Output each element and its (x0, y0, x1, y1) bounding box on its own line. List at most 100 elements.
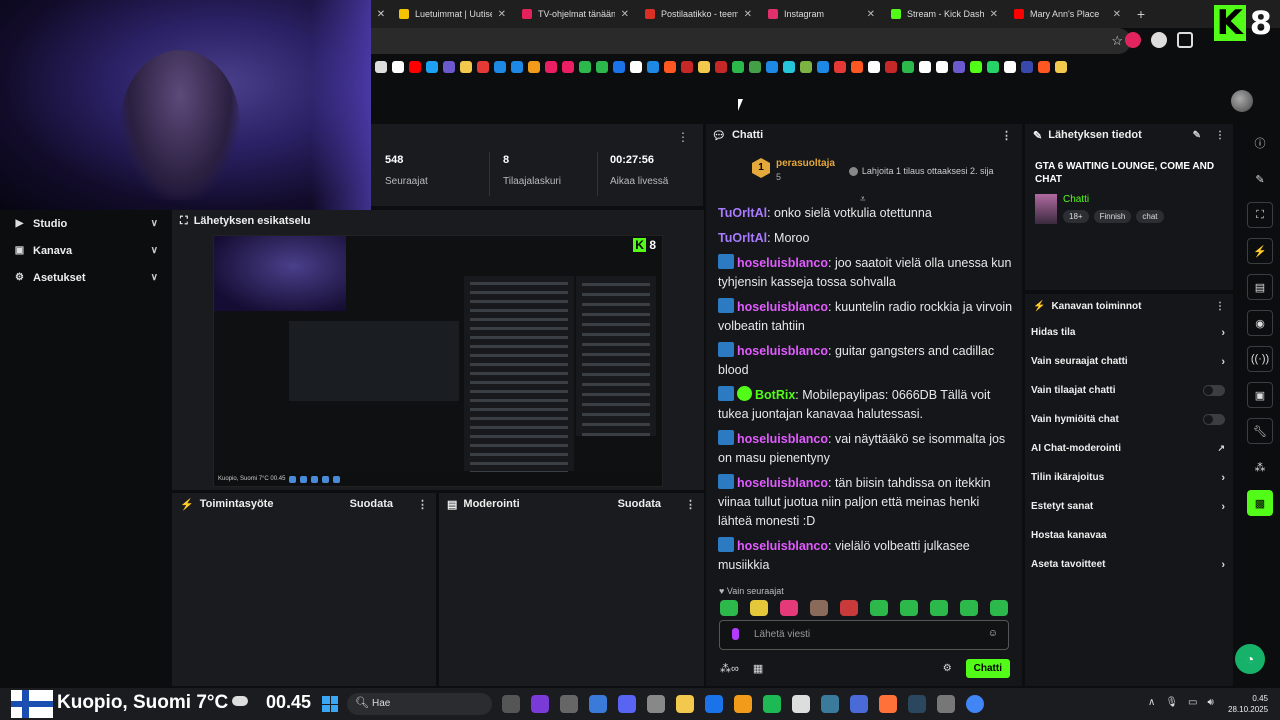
chat-username[interactable]: hoseluisblanco (737, 344, 828, 358)
bookmark-icon[interactable] (868, 61, 880, 73)
app-icon[interactable] (792, 695, 810, 713)
channel-action-item[interactable]: Hidas tila › (1025, 318, 1233, 347)
emote-icon[interactable] (810, 600, 828, 616)
bookmark-icon[interactable] (1004, 61, 1016, 73)
app-icon[interactable] (589, 695, 607, 713)
browser-tab[interactable]: Instagram ✕ (760, 0, 883, 28)
bookmark-icon[interactable] (834, 61, 846, 73)
app-icon[interactable] (850, 695, 868, 713)
chat-username[interactable]: BotRix (755, 388, 795, 402)
chrome-icon[interactable] (966, 695, 984, 713)
windows-start-icon[interactable] (322, 696, 338, 712)
bookmark-icon[interactable] (885, 61, 897, 73)
bookmark-icon[interactable] (494, 61, 506, 73)
puzzle-icon[interactable] (1177, 32, 1193, 48)
chat-message[interactable]: TuOrltAl: Moroo (718, 229, 1014, 248)
bookmark-icon[interactable] (1055, 61, 1067, 73)
emote-icon[interactable] (750, 600, 768, 616)
channel-action-item[interactable]: Tilin ikärajoitus › (1025, 463, 1233, 492)
chat-message[interactable]: BotRix: Mobilepaylipas: 0666DB Tällä voi… (718, 386, 1014, 424)
microphone-icon[interactable]: 🎙︎ (1165, 697, 1178, 708)
avatar[interactable] (1231, 90, 1253, 112)
points-icon[interactable]: ⁂∞ (720, 662, 739, 675)
chat-message[interactable]: hoseluisblanco: kuuntelin radio rockkia … (718, 298, 1014, 336)
app-icon[interactable] (937, 695, 955, 713)
channel-action-item[interactable]: Vain hymiöitä chat (1025, 405, 1233, 434)
firefox-icon[interactable] (879, 695, 897, 713)
app-icon[interactable] (821, 695, 839, 713)
bookmark-icon[interactable] (953, 61, 965, 73)
spotify-icon[interactable] (763, 695, 781, 713)
chat-bubble-icon[interactable]: ◉ (1247, 310, 1273, 336)
filter-button[interactable]: Suodata (618, 498, 661, 510)
browser-tab[interactable]: Postilaatikko - teemu ✕ (637, 0, 760, 28)
emote-icon[interactable] (870, 600, 888, 616)
close-icon[interactable]: ✕ (1113, 9, 1121, 20)
emote-icon[interactable] (900, 600, 918, 616)
bookmark-icon[interactable] (800, 61, 812, 73)
app-icon[interactable] (502, 695, 520, 713)
close-icon[interactable]: ✕ (990, 9, 998, 20)
bookmark-icon[interactable] (902, 61, 914, 73)
sidebar-item-studio[interactable]: ▶ Studio ∨ (0, 210, 170, 237)
chat-username[interactable]: hoseluisblanco (737, 432, 828, 446)
bookmark-icon[interactable] (596, 61, 608, 73)
more-icon[interactable]: ⋮ (417, 498, 428, 511)
sidebar-item-asetukset[interactable]: ⚙ Asetukset ∨ (0, 264, 170, 291)
emoji-icon[interactable]: ☺ (988, 628, 998, 639)
bookmark-icon[interactable] (426, 61, 438, 73)
channel-action-item[interactable]: Aseta tavoitteet › (1025, 550, 1233, 579)
chat-message[interactable]: hoseluisblanco: vielälö volbeatti julkas… (718, 537, 1014, 575)
bookmark-icon[interactable] (409, 61, 421, 73)
network-icon[interactable]: ▭ (1188, 697, 1197, 708)
channel-action-item[interactable]: Estetyt sanat › (1025, 492, 1233, 521)
bookmark-icon[interactable] (749, 61, 761, 73)
emote-icon[interactable] (990, 600, 1008, 616)
chat-message[interactable]: hoseluisblanco: vai näyttääkö se isommal… (718, 430, 1014, 468)
channel-action-item[interactable]: Vain tilaajat chatti (1025, 376, 1233, 405)
bookmark-icon[interactable] (545, 61, 557, 73)
bookmark-icon[interactable] (987, 61, 999, 73)
chat-message[interactable]: hoseluisblanco: guitar gangsters and cad… (718, 342, 1014, 380)
bookmark-icon[interactable] (732, 61, 744, 73)
close-icon[interactable]: ✕ (867, 9, 875, 20)
bookmark-icon[interactable] (936, 61, 948, 73)
bookmark-icon[interactable] (715, 61, 727, 73)
more-icon[interactable]: ⋮ (677, 130, 689, 144)
browser-tab[interactable]: TV-ohjelmat tänään | ✕ (514, 0, 637, 28)
chat-message[interactable]: hoseluisblanco: tän biisin tahdissa on i… (718, 474, 1014, 531)
app-icon[interactable] (560, 695, 578, 713)
chat-username[interactable]: hoseluisblanco (737, 300, 828, 314)
bookmark-icon[interactable] (528, 61, 540, 73)
info-icon[interactable]: ⓘ (1247, 130, 1273, 156)
channel-action-item[interactable]: Vain seuraajat chatti › (1025, 347, 1233, 376)
outlook-icon[interactable] (705, 695, 723, 713)
broadcast-icon[interactable]: ((·)) (1247, 346, 1273, 372)
sidebar-item-kanava[interactable]: ▣ Kanava ∨ (0, 237, 170, 264)
chevron-up-icon[interactable]: ∧ (1148, 697, 1155, 708)
browser-tab[interactable]: Stream - Kick Dashbo✕ (883, 0, 1006, 28)
chat-username[interactable]: hoseluisblanco (737, 476, 828, 490)
edit-icon[interactable]: ✎ (1193, 130, 1201, 141)
toggle-switch[interactable] (1203, 414, 1225, 425)
bookmark-star-icon[interactable]: ☆ (1111, 33, 1123, 49)
extension-icon[interactable] (1125, 32, 1141, 48)
taskbar-search[interactable]: 🔍︎ Hae (347, 693, 492, 715)
chat-username[interactable]: hoseluisblanco (737, 539, 828, 553)
chat-message[interactable]: TuOrltAl: onko sielä votkulia otettunna (718, 204, 1014, 223)
chat-username[interactable]: hoseluisblanco (737, 256, 828, 270)
bookmark-icon[interactable] (1038, 61, 1050, 73)
store-icon[interactable]: ▦ (753, 662, 763, 675)
chat-username[interactable]: TuOrltAl (718, 231, 767, 245)
wrench-icon[interactable]: 🔧︎ (1247, 418, 1273, 444)
close-tab-icon[interactable]: ✕ (371, 0, 391, 28)
bookmark-icon[interactable] (766, 61, 778, 73)
bookmark-icon[interactable] (460, 61, 472, 73)
gear-icon[interactable] (647, 695, 665, 713)
app-icon[interactable] (734, 695, 752, 713)
send-chat-button[interactable]: Chatti (965, 658, 1010, 678)
emote-icon[interactable] (780, 600, 798, 616)
chat-message-input[interactable]: Lähetä viesti ☺ (719, 620, 1009, 650)
more-icon[interactable]: ⋮ (685, 498, 696, 511)
extension-icon[interactable]: ▩ (1247, 490, 1273, 516)
